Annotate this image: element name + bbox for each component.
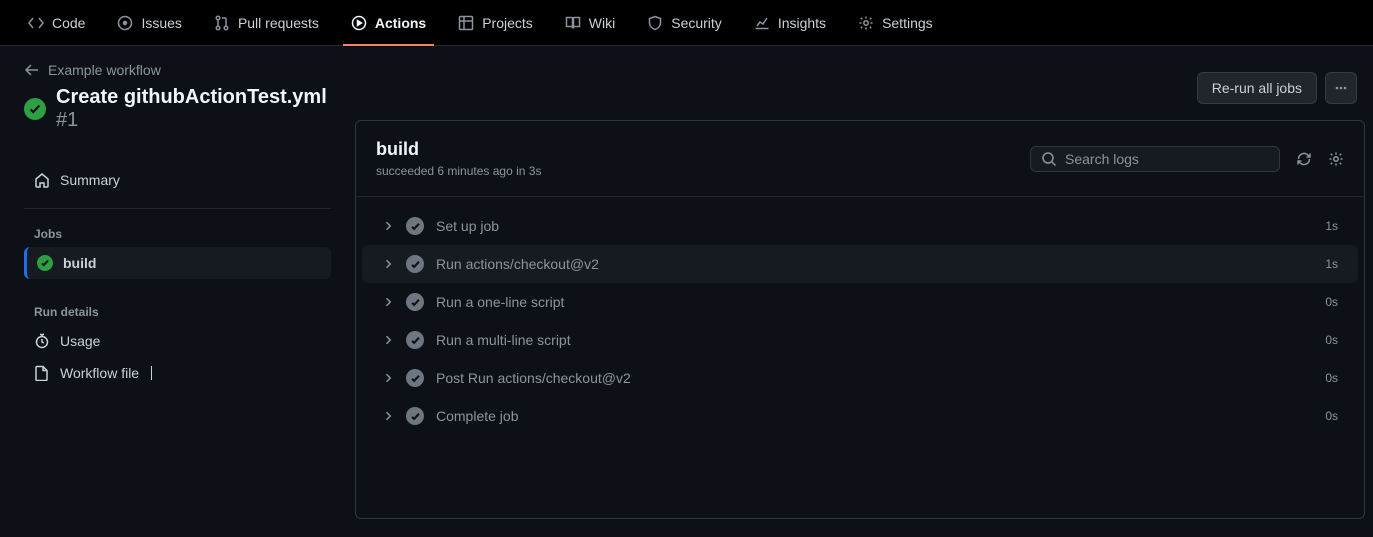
search-icon xyxy=(1041,151,1057,167)
home-icon xyxy=(34,172,50,188)
repo-topnav: Code Issues Pull requests Actions Projec… xyxy=(0,0,1373,46)
success-status-icon xyxy=(406,293,424,311)
chevron-right-icon xyxy=(382,220,394,232)
step-row[interactable]: Complete job 0s xyxy=(362,397,1358,435)
step-name: Post Run actions/checkout@v2 xyxy=(436,370,1313,386)
tab-insights-label: Insights xyxy=(778,15,826,31)
arrow-left-icon xyxy=(24,62,40,78)
tab-security-label: Security xyxy=(671,15,722,31)
back-link[interactable]: Example workflow xyxy=(24,62,331,78)
shield-icon xyxy=(647,15,663,31)
gear-icon[interactable] xyxy=(1328,151,1344,167)
tab-pullrequests[interactable]: Pull requests xyxy=(202,0,331,46)
step-name: Run a multi-line script xyxy=(436,332,1313,348)
kebab-menu-button[interactable] xyxy=(1325,72,1357,104)
search-logs-input[interactable] xyxy=(1065,151,1269,167)
tab-code[interactable]: Code xyxy=(16,0,97,46)
tab-settings-label: Settings xyxy=(882,15,933,31)
issue-icon xyxy=(117,15,133,31)
back-link-label: Example workflow xyxy=(48,62,161,78)
success-status-icon xyxy=(406,217,424,235)
success-status-icon xyxy=(24,98,46,120)
book-icon xyxy=(565,15,581,31)
step-name: Set up job xyxy=(436,218,1313,234)
search-logs-wrap[interactable] xyxy=(1030,146,1280,172)
sidebar-job-label: build xyxy=(63,255,96,271)
project-icon xyxy=(458,15,474,31)
tab-wiki-label: Wiki xyxy=(589,15,615,31)
sidebar-rundetails-heading: Run details xyxy=(24,295,331,325)
step-time: 1s xyxy=(1325,219,1338,233)
chevron-right-icon xyxy=(382,410,394,422)
graph-icon xyxy=(754,15,770,31)
code-icon xyxy=(28,15,44,31)
success-status-icon xyxy=(406,407,424,425)
sidebar-usage-label: Usage xyxy=(60,333,100,349)
sidebar-workflow-file[interactable]: Workflow file xyxy=(24,357,331,389)
tab-projects[interactable]: Projects xyxy=(446,0,545,46)
step-list: Set up job 1s Run actions/checkout@v2 1s… xyxy=(356,197,1364,445)
step-name: Run actions/checkout@v2 xyxy=(436,256,1313,272)
job-panel-subtitle: succeeded 6 minutes ago in 3s xyxy=(376,164,541,178)
sidebar-usage[interactable]: Usage xyxy=(24,325,331,357)
tab-projects-label: Projects xyxy=(482,15,533,31)
step-row[interactable]: Run a multi-line script 0s xyxy=(362,321,1358,359)
step-time: 0s xyxy=(1325,409,1338,423)
tab-pr-label: Pull requests xyxy=(238,15,319,31)
pr-icon xyxy=(214,15,230,31)
step-time: 1s xyxy=(1325,257,1338,271)
tab-issues-label: Issues xyxy=(141,15,181,31)
gear-icon xyxy=(858,15,874,31)
step-time: 0s xyxy=(1325,333,1338,347)
chevron-right-icon xyxy=(382,372,394,384)
run-number: #1 xyxy=(56,109,78,131)
tab-actions[interactable]: Actions xyxy=(339,0,438,46)
tab-security[interactable]: Security xyxy=(635,0,734,46)
step-row[interactable]: Set up job 1s xyxy=(362,207,1358,245)
sidebar-jobs-heading: Jobs xyxy=(24,217,331,247)
chevron-right-icon xyxy=(382,334,394,346)
step-row[interactable]: Run actions/checkout@v2 1s xyxy=(362,245,1358,283)
job-panel-title: build xyxy=(376,139,541,160)
step-name: Complete job xyxy=(436,408,1313,424)
play-circle-icon xyxy=(351,15,367,31)
stopwatch-icon xyxy=(34,333,50,349)
step-time: 0s xyxy=(1325,371,1338,385)
success-status-icon xyxy=(406,331,424,349)
chevron-right-icon xyxy=(382,258,394,270)
tab-wiki[interactable]: Wiki xyxy=(553,0,627,46)
success-status-icon xyxy=(406,369,424,387)
step-time: 0s xyxy=(1325,295,1338,309)
success-status-icon xyxy=(406,255,424,273)
run-title-row: Create githubActionTest.yml #1 xyxy=(24,86,331,132)
step-name: Run a one-line script xyxy=(436,294,1313,310)
sync-icon[interactable] xyxy=(1296,151,1312,167)
sidebar-summary[interactable]: Summary xyxy=(24,164,331,196)
rerun-all-jobs-button[interactable]: Re-run all jobs xyxy=(1197,72,1317,104)
run-title: Create githubActionTest.yml xyxy=(56,86,327,108)
tab-insights[interactable]: Insights xyxy=(742,0,838,46)
step-row[interactable]: Run a one-line script 0s xyxy=(362,283,1358,321)
text-cursor xyxy=(151,366,152,380)
sidebar-workflow-file-label: Workflow file xyxy=(60,365,139,381)
success-status-icon xyxy=(37,255,53,271)
tab-settings[interactable]: Settings xyxy=(846,0,945,46)
tab-actions-label: Actions xyxy=(375,15,426,31)
step-row[interactable]: Post Run actions/checkout@v2 0s xyxy=(362,359,1358,397)
sidebar-job-build[interactable]: build xyxy=(24,247,331,279)
tab-issues[interactable]: Issues xyxy=(105,0,193,46)
chevron-right-icon xyxy=(382,296,394,308)
tab-code-label: Code xyxy=(52,15,85,31)
file-icon xyxy=(34,365,50,381)
sidebar-summary-label: Summary xyxy=(60,172,120,188)
kebab-icon xyxy=(1333,80,1349,96)
